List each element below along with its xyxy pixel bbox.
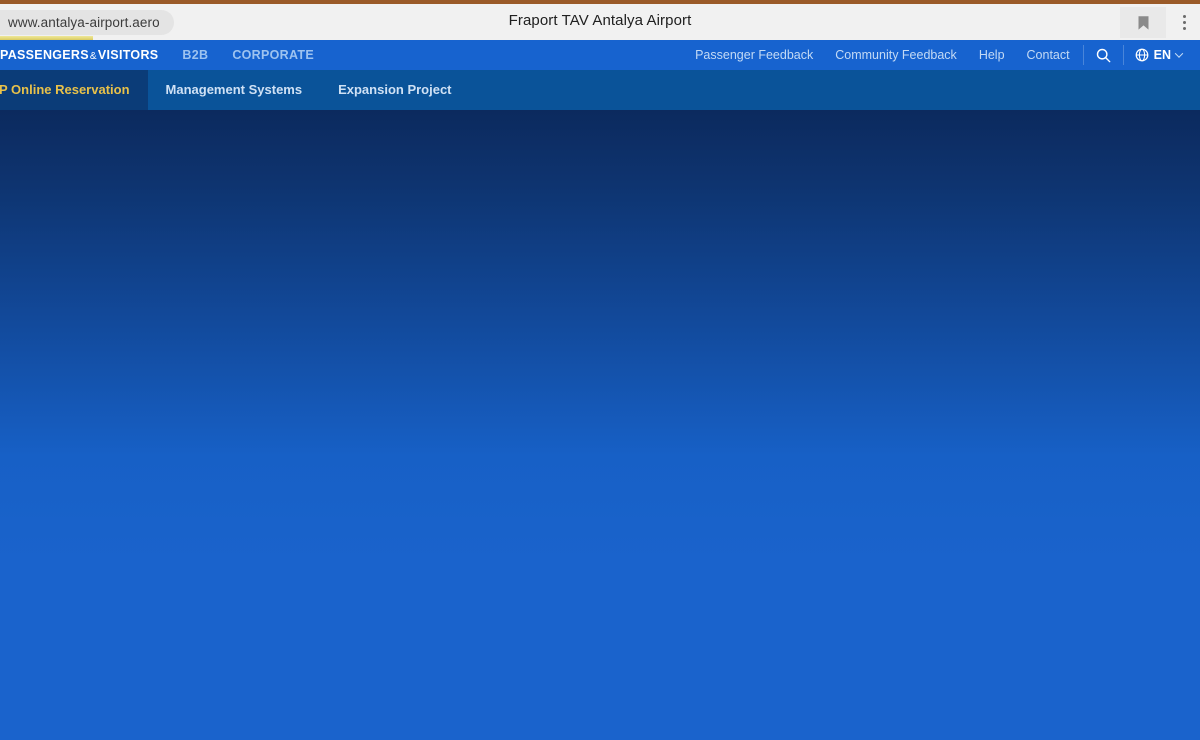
nav-link-expansion-project[interactable]: Expansion Project [320,70,469,110]
language-code: EN [1153,48,1171,62]
nav-link-passenger-feedback[interactable]: Passenger Feedback [684,40,824,70]
browser-window: www.antalya-airport.aero Fraport TAV Ant… [0,0,1200,740]
three-dots-vertical-icon [1182,15,1186,30]
nav-tab-ampersand: & [89,51,97,62]
nav-link-help[interactable]: Help [968,40,1016,70]
primary-nav-audience-tabs: PASSENGERS&VISITORS B2B CORPORATE [0,40,326,70]
globe-icon [1135,48,1149,62]
chevron-down-icon [1174,49,1184,58]
nav-tab-visitors-label: VISITORS [97,48,159,62]
nav-tab-passengers-visitors[interactable]: PASSENGERS&VISITORS [0,40,170,70]
hero-banner [0,110,1200,740]
nav-tab-b2b[interactable]: B2B [170,40,220,70]
browser-toolbar: www.antalya-airport.aero Fraport TAV Ant… [0,0,1200,40]
nav-divider-language [1122,45,1124,65]
page-title: Fraport TAV Antalya Airport [508,12,692,29]
nav-link-contact[interactable]: Contact [1016,40,1081,70]
search-icon [1096,48,1111,62]
bookmark-icon [1138,15,1148,30]
primary-nav-utility-links: Passenger Feedback Community Feedback He… [684,40,1200,70]
nav-link-management-systems[interactable]: Management Systems [148,70,321,110]
nav-link-community-feedback[interactable]: Community Feedback [824,40,968,70]
browser-menu-button[interactable] [1168,7,1200,38]
secondary-navigation: CIP Online Reservation Management System… [0,70,1200,110]
nav-tab-passengers-label: PASSENGERS [0,48,89,62]
nav-link-cip-online-reservation[interactable]: CIP Online Reservation [0,70,148,110]
browser-toolbar-actions [1120,7,1200,38]
search-button[interactable] [1086,40,1121,70]
bookmark-button[interactable] [1120,7,1166,38]
language-selector[interactable]: EN [1126,40,1192,70]
nav-divider [1082,45,1084,65]
primary-navigation: PASSENGERS&VISITORS B2B CORPORATE Passen… [0,40,1200,70]
nav-tab-corporate[interactable]: CORPORATE [220,40,326,70]
